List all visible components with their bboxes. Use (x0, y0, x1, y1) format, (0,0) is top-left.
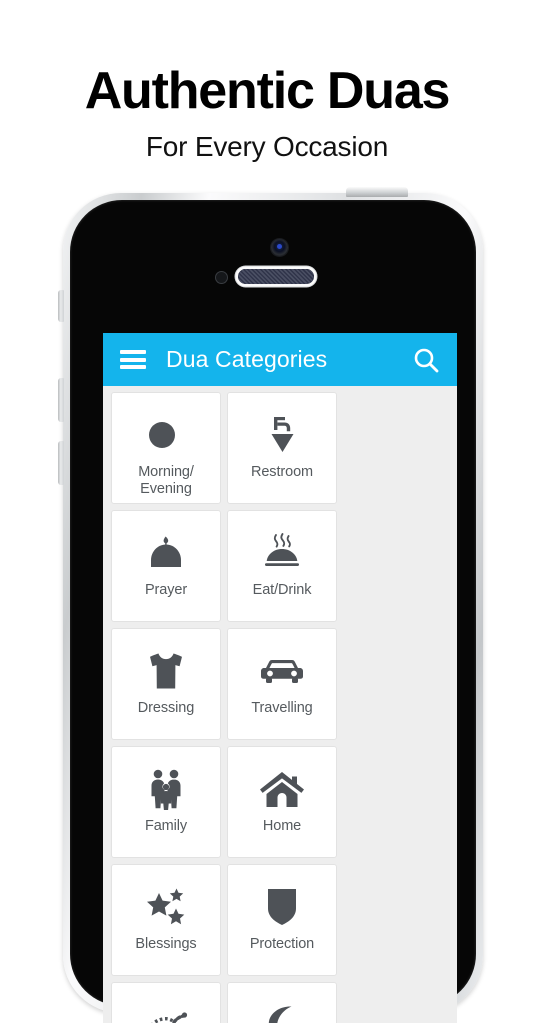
proximity-sensor-icon (216, 272, 227, 283)
category-label: Morning/ Evening (138, 464, 194, 498)
front-camera-icon (271, 239, 288, 256)
faucet-sink-icon (262, 413, 302, 457)
category-label: Eat/Drink (252, 582, 312, 598)
mute-switch[interactable] (58, 290, 64, 322)
prayer-beads-icon (143, 1003, 189, 1023)
category-tile-family[interactable]: Family (111, 746, 221, 858)
hamburger-bar (120, 365, 146, 369)
app-bar: Dua Categories (103, 333, 457, 386)
phone-screen: Dua Categories Morning/ Evening Restroom… (103, 333, 457, 1023)
category-tile-fasting[interactable]: Fasting (227, 982, 337, 1023)
earpiece-speaker-icon (238, 269, 314, 284)
camera-lens-dot (277, 244, 282, 249)
category-grid: Morning/ Evening Restroom Prayer Eat/Dri… (103, 386, 457, 1023)
moon-eclipse-icon (144, 413, 188, 457)
hamburger-bar (120, 357, 146, 362)
promo-text-block: Authentic Duas For Every Occasion (0, 0, 534, 163)
hamburger-icon[interactable] (120, 350, 146, 369)
family-icon (146, 767, 186, 811)
page-subtitle: For Every Occasion (145, 130, 389, 162)
hamburger-bar (120, 350, 146, 354)
category-tile-dressing[interactable]: Dressing (111, 628, 221, 740)
mosque-dome-icon (144, 531, 188, 575)
category-tile-morning-evening[interactable]: Morning/ Evening (111, 392, 221, 504)
category-tile-home[interactable]: Home (227, 746, 337, 858)
power-button[interactable] (346, 187, 408, 197)
tshirt-icon (145, 649, 187, 693)
volume-down-button[interactable] (58, 441, 64, 485)
category-label: Travelling (251, 700, 313, 716)
stars-icon (143, 885, 189, 929)
category-tile-protection[interactable]: Protection (227, 864, 337, 976)
category-tile-prayer[interactable]: Prayer (111, 510, 221, 622)
phone-body: Dua Categories Morning/ Evening Restroom… (70, 200, 476, 1023)
app-title: Dua Categories (166, 346, 328, 372)
category-tile-forgiveness[interactable]: Forgiveness (111, 982, 221, 1023)
shield-icon (265, 885, 299, 929)
category-label: Family (144, 818, 188, 834)
volume-up-button[interactable] (58, 378, 64, 422)
category-tile-blessings[interactable]: Blessings (111, 864, 221, 976)
page-title: Authentic Duas (84, 62, 451, 120)
category-label: Restroom (250, 464, 314, 480)
food-cloche-icon (260, 531, 304, 575)
house-icon (259, 767, 305, 811)
category-label: Dressing (137, 700, 195, 716)
category-label: Blessings (135, 936, 197, 952)
category-label: Prayer (144, 582, 188, 598)
crescent-moon-icon (263, 1003, 301, 1023)
car-icon (259, 649, 305, 693)
search-icon[interactable] (411, 345, 441, 375)
phone-mockup: Dua Categories Morning/ Evening Restroom… (58, 187, 483, 1023)
category-tile-travelling[interactable]: Travelling (227, 628, 337, 740)
category-tile-restroom[interactable]: Restroom (227, 392, 337, 504)
category-label: Protection (249, 936, 315, 952)
category-label: Home (262, 818, 302, 834)
category-tile-eat-drink[interactable]: Eat/Drink (227, 510, 337, 622)
